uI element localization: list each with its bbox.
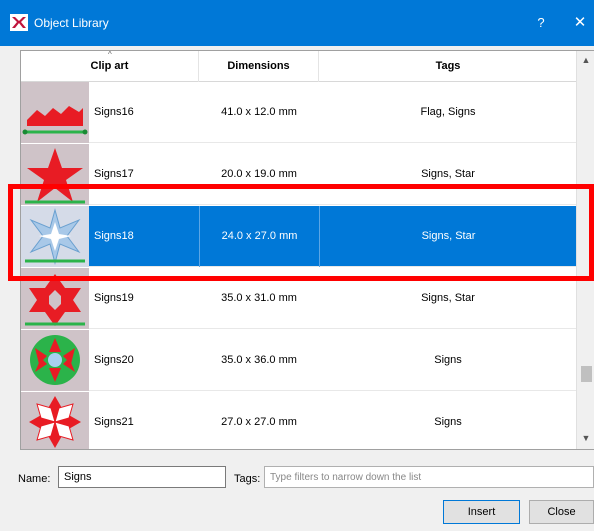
- clip-art-thumbnail: [21, 144, 89, 205]
- clip-art-name: Signs21: [94, 416, 134, 428]
- clip-art-thumbnail: [21, 392, 89, 449]
- table-row[interactable]: Signs20 35.0 x 36.0 mm Signs: [21, 330, 577, 391]
- clip-art-dimensions: 27.0 x 27.0 mm: [221, 416, 297, 428]
- clip-art-tags: Signs: [434, 416, 462, 428]
- window-close-button[interactable]: ✕: [566, 8, 594, 38]
- clip-art-tags: Signs, Star: [421, 168, 475, 180]
- column-header-clip-art[interactable]: Clip art: [21, 51, 199, 82]
- table-row[interactable]: Signs19 35.0 x 31.0 mm Signs, Star: [21, 268, 577, 329]
- clip-art-list[interactable]: ^ Clip art Dimensions Tags Signs16 41.0 …: [20, 50, 594, 450]
- clip-art-name: Signs18: [94, 230, 134, 242]
- window-title: Object Library: [34, 16, 109, 30]
- clip-art-thumbnail: [21, 206, 89, 267]
- table-header: ^ Clip art Dimensions Tags: [21, 51, 577, 82]
- insert-button[interactable]: Insert: [443, 500, 520, 524]
- column-header-dimensions[interactable]: Dimensions: [199, 51, 319, 82]
- clip-art-dimensions: 41.0 x 12.0 mm: [221, 106, 297, 118]
- scroll-down-icon[interactable]: ▼: [577, 433, 594, 445]
- clip-art-name: Signs16: [94, 106, 134, 118]
- clip-art-dimensions: 35.0 x 31.0 mm: [221, 292, 297, 304]
- clip-art-thumbnail: [21, 82, 89, 143]
- help-button[interactable]: ?: [526, 8, 556, 38]
- app-icon: [10, 14, 28, 31]
- clip-art-dimensions: 35.0 x 36.0 mm: [221, 354, 297, 366]
- clip-art-tags: Flag, Signs: [420, 106, 476, 118]
- tags-label: Tags:: [234, 473, 261, 485]
- clip-art-dimensions: 20.0 x 19.0 mm: [221, 168, 297, 180]
- clip-art-name: Signs17: [94, 168, 134, 180]
- name-filter-input[interactable]: [58, 466, 226, 488]
- table-row[interactable]: Signs17 20.0 x 19.0 mm Signs, Star: [21, 144, 577, 205]
- clip-art-tags: Signs, Star: [421, 292, 475, 304]
- clip-art-tags: Signs, Star: [319, 206, 577, 267]
- tags-filter-input[interactable]: [264, 466, 594, 488]
- table-row[interactable]: Signs21 27.0 x 27.0 mm Signs: [21, 392, 577, 449]
- scroll-thumb[interactable]: [581, 366, 592, 382]
- name-label: Name:: [18, 473, 51, 485]
- scroll-up-icon[interactable]: ▲: [577, 55, 594, 67]
- clip-art-thumbnail: [21, 268, 89, 329]
- column-header-tags[interactable]: Tags: [319, 51, 577, 82]
- list-scrollbar[interactable]: ▲ ▼: [576, 51, 594, 449]
- table-row-selected[interactable]: Signs18 24.0 x 27.0 mm Signs, Star: [21, 206, 577, 267]
- clip-art-tags: Signs: [434, 354, 462, 366]
- clip-art-dimensions: 24.0 x 27.0 mm: [199, 206, 319, 267]
- close-button[interactable]: Close: [529, 500, 594, 524]
- clip-art-name: Signs20: [94, 354, 134, 366]
- clip-art-name: Signs19: [94, 292, 134, 304]
- table-row[interactable]: Signs16 41.0 x 12.0 mm Flag, Signs: [21, 82, 577, 143]
- title-bar: Object Library ? ✕: [0, 0, 594, 46]
- clip-art-thumbnail: [21, 330, 89, 391]
